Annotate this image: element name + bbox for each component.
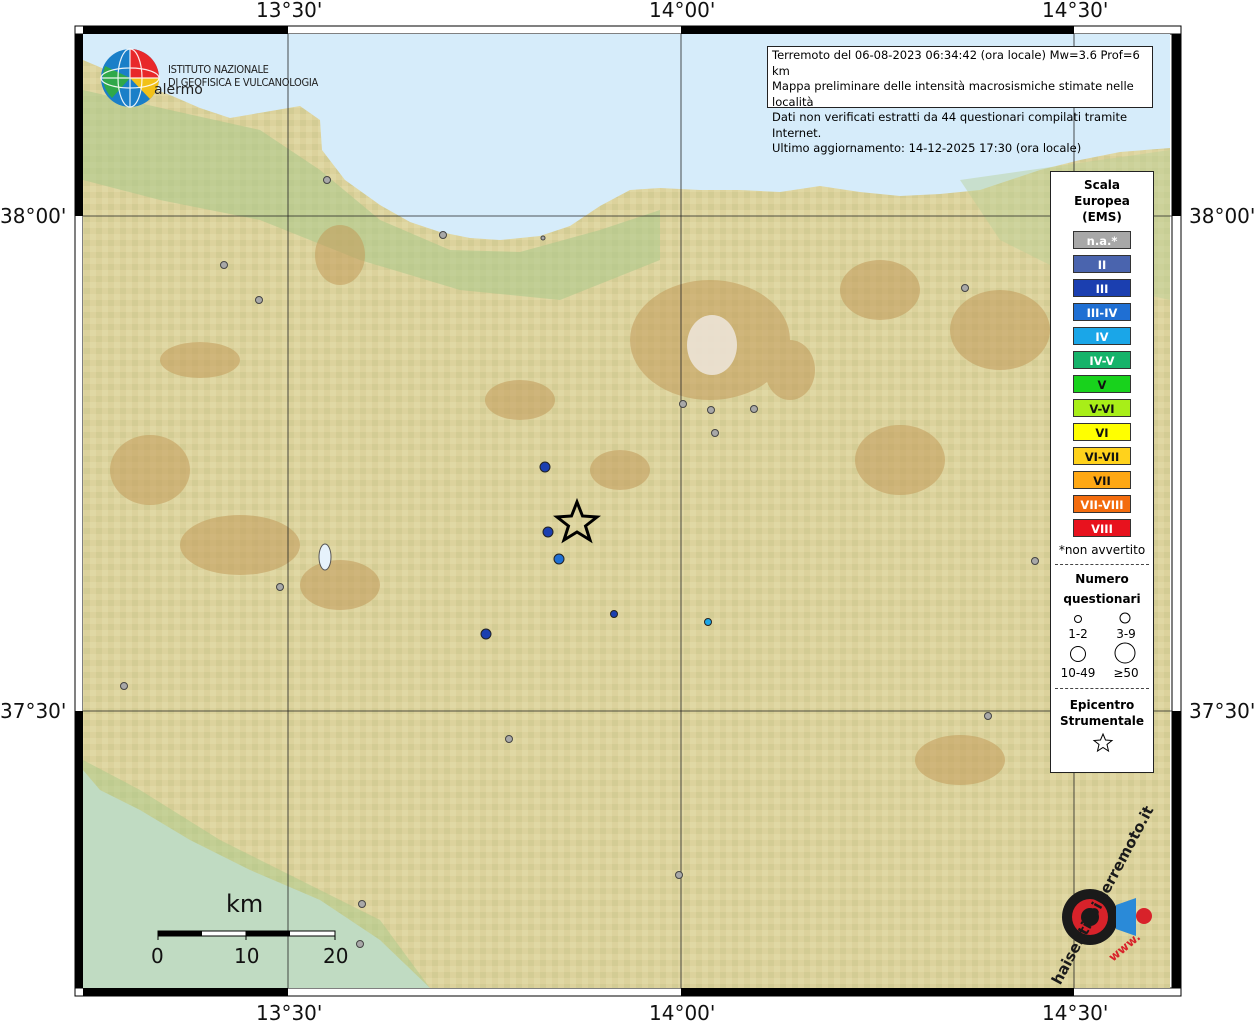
lat-label-right: 37°30' [1189, 699, 1254, 723]
locality-felt-iii [539, 461, 551, 473]
event-info-line: Terremoto del 06-08-2023 06:34:42 (ora l… [772, 48, 1140, 78]
event-info-line: Dati non verificati estratti da 44 quest… [772, 110, 1128, 140]
locality-not-felt [540, 235, 546, 241]
legend-divider [1055, 688, 1149, 689]
event-info-line: Mappa preliminare delle intensità macros… [772, 79, 1134, 109]
locality-not-felt [675, 871, 683, 879]
scale-tick-label: 0 [151, 944, 164, 968]
locality-not-felt [356, 940, 364, 948]
lon-label-top: 14°30' [1042, 0, 1109, 22]
locality-not-felt [679, 400, 687, 408]
palermo-label: alermo [154, 82, 203, 98]
epicenter-title: Epicentro Strumentale [1051, 697, 1153, 729]
legend-swatch-iv-v: IV-V [1073, 351, 1131, 369]
locality-not-felt [707, 406, 715, 414]
locality-not-felt [961, 284, 969, 292]
legend-swatch-viii: VIII [1073, 519, 1131, 537]
lon-label-top: 13°30' [256, 0, 323, 22]
lon-label-bottom: 13°30' [256, 1001, 323, 1025]
legend-title-line: (EMS) [1082, 210, 1122, 224]
locality-not-felt [984, 712, 992, 720]
legend-swatch-iii: III [1073, 279, 1131, 297]
count-circle-medium [1119, 612, 1131, 624]
locality-not-felt [439, 231, 447, 239]
count-title-line: questionari [1063, 592, 1141, 606]
lake [318, 543, 332, 571]
snow-peak [687, 315, 737, 375]
lat-label-right: 38°00' [1189, 204, 1254, 228]
legend-title-line: Europea [1074, 194, 1130, 208]
count-symbols: 1-2 3-9 10-49 ≥50 [1051, 609, 1153, 681]
legend-swatch-vi: VI [1073, 423, 1131, 441]
legend-swatch-vi-vii: VI-VII [1073, 447, 1131, 465]
legend-title-line: Scala [1083, 178, 1121, 192]
locality-felt-iv [704, 618, 712, 626]
locality-felt-iii [480, 628, 492, 640]
count-label: ≥50 [1113, 666, 1139, 680]
lon-label-top: 14°00' [649, 0, 716, 22]
locality-felt-iii-iv [553, 553, 565, 565]
legend-swatches: n.a.* II III III-IV IV IV-V V V-VI VI VI-VII VII VI… [1051, 231, 1153, 537]
lon-label-bottom: 14°30' [1042, 1001, 1109, 1025]
epicenter-title-line: Epicentro [1069, 698, 1135, 712]
legend-title: Scala Europea (EMS) [1051, 177, 1153, 225]
locality-not-felt [255, 296, 263, 304]
count-title-line: Numero [1075, 572, 1129, 586]
epicenter-title-line: Strumentale [1059, 714, 1145, 728]
legend-swatch-iii-iv: III-IV [1073, 303, 1131, 321]
legend-swatch-vii-viii: VII-VIII [1073, 495, 1131, 513]
legend-swatch-vii: VII [1073, 471, 1131, 489]
scale-unit: km [226, 890, 264, 918]
scale-tick-label: 20 [323, 944, 349, 968]
locality-not-felt [505, 735, 513, 743]
legend-note: *non avvertito [1058, 543, 1146, 557]
count-circle-xlarge [1114, 642, 1136, 664]
count-circle-small [1074, 615, 1082, 623]
lon-label-bottom: 14°00' [649, 1001, 716, 1025]
locality-not-felt [358, 900, 366, 908]
scale-tick-label: 10 [234, 944, 260, 968]
legend-swatch-iv: IV [1073, 327, 1131, 345]
locality-not-felt [1031, 557, 1039, 565]
count-label: 1-2 [1068, 627, 1088, 641]
ems-legend: Scala Europea (EMS) n.a.* II III III-IV IV IV… [1050, 171, 1154, 773]
ingv-name-line1: ISTITUTO NAZIONALE [168, 63, 269, 76]
locality-not-felt [220, 261, 228, 269]
count-title: Numero questionari [1051, 569, 1153, 609]
locality-not-felt [711, 429, 719, 437]
legend-swatch-n-a-: n.a.* [1073, 231, 1131, 249]
locality-felt-iii [542, 526, 554, 538]
legend-swatch-v-vi: V-VI [1073, 399, 1131, 417]
epicenter-legend-symbol [1092, 732, 1114, 753]
epicenter-legend-star [1092, 732, 1114, 753]
legend-swatch-v: V [1073, 375, 1131, 393]
count-label: 3-9 [1116, 627, 1136, 641]
count-label: 10-49 [1060, 666, 1096, 680]
event-info-line: Ultimo aggiornamento: 14-12-2025 17:30 (… [772, 141, 1082, 155]
locality-not-felt [120, 682, 128, 690]
locality-not-felt [323, 176, 331, 184]
ingv-logo [100, 48, 160, 108]
locality-not-felt [276, 583, 284, 591]
locality-not-felt [750, 405, 758, 413]
count-circle-large [1070, 646, 1086, 662]
locality-felt-iii [610, 610, 618, 618]
event-info-box: Terremoto del 06-08-2023 06:34:42 (ora l… [767, 46, 1153, 155]
lat-label-left: 37°30' [0, 699, 67, 723]
legend-divider [1055, 564, 1149, 565]
lat-label-left: 38°00' [0, 204, 67, 228]
legend-swatch-ii: II [1073, 255, 1131, 273]
